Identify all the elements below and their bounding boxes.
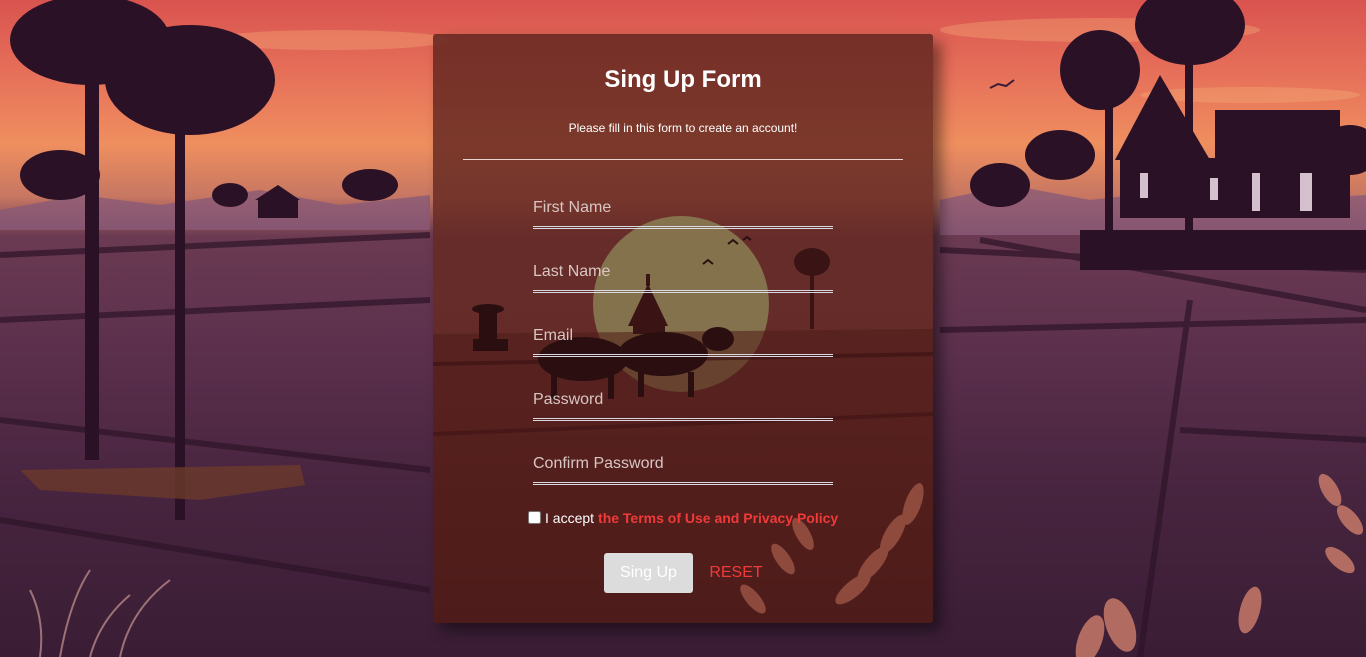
last-name-field-wrapper bbox=[533, 255, 833, 295]
confirm-password-field-wrapper bbox=[533, 447, 833, 487]
terms-checkbox[interactable] bbox=[528, 510, 541, 524]
confirm-password-input[interactable] bbox=[533, 447, 833, 481]
email-underline bbox=[533, 354, 833, 357]
first-name-underline bbox=[533, 226, 833, 229]
form-subtitle: Please fill in this form to create an ac… bbox=[568, 121, 798, 135]
signup-button[interactable]: Sing Up bbox=[604, 553, 693, 593]
reset-button[interactable]: RESET bbox=[701, 553, 771, 593]
signup-form-card: Sing Up Form Please fill in this form to… bbox=[433, 34, 933, 623]
password-input[interactable] bbox=[533, 383, 833, 417]
first-name-input[interactable] bbox=[533, 191, 833, 225]
confirm-password-underline bbox=[533, 482, 833, 485]
email-input[interactable] bbox=[533, 319, 833, 353]
last-name-underline bbox=[533, 290, 833, 293]
terms-row: I accept the Terms of Use and Privacy Po… bbox=[528, 508, 838, 528]
password-field-wrapper bbox=[533, 383, 833, 423]
terms-prefix-text: I accept bbox=[545, 510, 595, 526]
email-field-wrapper bbox=[533, 319, 833, 359]
first-name-field-wrapper bbox=[533, 191, 833, 231]
form-title: Sing Up Form bbox=[604, 66, 762, 93]
terms-link[interactable]: the Terms of Use and Privacy Policy bbox=[598, 510, 838, 526]
title-divider bbox=[463, 159, 903, 160]
password-underline bbox=[533, 418, 833, 421]
last-name-input[interactable] bbox=[533, 255, 833, 289]
